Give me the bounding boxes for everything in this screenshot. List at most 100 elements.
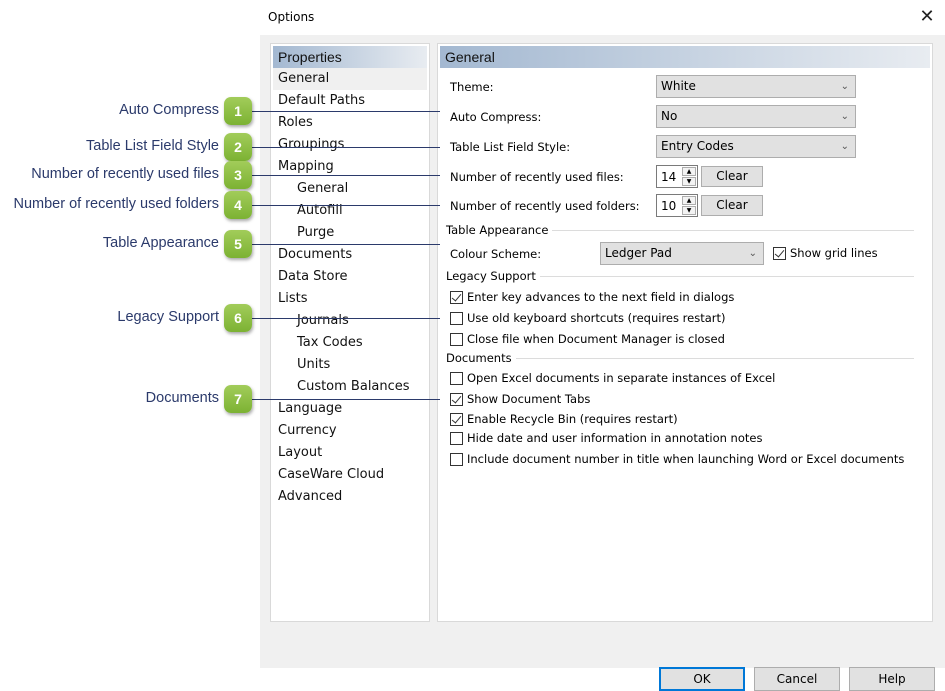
colour-scheme-select[interactable]: Ledger Pad ⌄ — [600, 242, 764, 265]
callout-badge: 2 — [224, 133, 252, 161]
checkbox-unchecked-icon — [450, 312, 463, 325]
spin-down-icon[interactable]: ▼ — [682, 206, 696, 215]
nav-item-lists[interactable]: Lists — [273, 288, 427, 310]
nav-item-layout[interactable]: Layout — [273, 442, 427, 464]
checkbox-checked-icon — [450, 291, 463, 304]
callout-label: Table Appearance — [102, 235, 219, 251]
nav-item-caseware-cloud[interactable]: CaseWare Cloud — [273, 464, 427, 486]
callout-badge: 1 — [224, 97, 252, 125]
callout-line — [252, 399, 440, 400]
spin-down-icon[interactable]: ▼ — [682, 177, 696, 186]
recent-folders-label: Number of recently used folders: — [450, 199, 640, 213]
recent-files-stepper[interactable]: 14 ▲ ▼ — [656, 165, 698, 188]
table-appearance-title: Table Appearance — [446, 223, 553, 237]
nav-item-autofill[interactable]: Autofill — [273, 200, 427, 222]
dialog-body: Properties General Default Paths Roles Grou… — [260, 35, 945, 691]
nav-item-journals[interactable]: Journals — [273, 310, 427, 332]
documents-option-label: Hide date and user information in annota… — [467, 431, 763, 445]
theme-value: White — [661, 79, 696, 93]
spin-up-icon[interactable]: ▲ — [682, 167, 696, 176]
nav-item-units[interactable]: Units — [273, 354, 427, 376]
auto-compress-row: Auto Compress: No ⌄ — [438, 105, 934, 129]
documents-option-label: Show Document Tabs — [467, 392, 591, 406]
nav-item-language[interactable]: Language — [273, 398, 427, 420]
documents-option-label: Include document number in title when la… — [467, 452, 905, 466]
nav-item-default-paths[interactable]: Default Paths — [273, 90, 427, 112]
table-list-field-style-row: Table List Field Style: Entry Codes ⌄ — [438, 135, 934, 159]
callout-line — [252, 205, 440, 206]
options-dialog: Options ✕ Properties General Default Path… — [260, 0, 945, 691]
recent-folders-stepper[interactable]: 10 ▲ ▼ — [656, 194, 698, 217]
callout-line — [252, 244, 440, 245]
legacy-option-label: Close file when Document Manager is clos… — [467, 332, 725, 346]
nav-item-currency[interactable]: Currency — [273, 420, 427, 442]
legacy-support-title: Legacy Support — [446, 269, 540, 283]
table-list-field-style-label: Table List Field Style: — [450, 140, 571, 154]
show-grid-lines-label: Show grid lines — [790, 246, 878, 260]
colour-scheme-label: Colour Scheme: — [450, 247, 542, 261]
callout-label: Documents — [145, 390, 219, 406]
theme-label: Theme: — [450, 80, 494, 94]
title-bar: Options ✕ — [260, 0, 945, 35]
documents-option-label: Open Excel documents in separate instanc… — [467, 371, 776, 385]
chevron-down-icon: ⌄ — [840, 141, 849, 152]
checkbox-unchecked-icon — [450, 333, 463, 346]
callout-label: Auto Compress — [119, 102, 219, 118]
checkbox-unchecked-icon — [450, 432, 463, 445]
nav-item-custom-balances[interactable]: Custom Balances — [273, 376, 427, 398]
clear-folders-button[interactable]: Clear — [701, 195, 763, 216]
general-header: General — [440, 46, 930, 68]
checkbox-checked-icon — [450, 413, 463, 426]
nav-item-roles[interactable]: Roles — [273, 112, 427, 134]
ok-button[interactable]: OK — [659, 667, 745, 691]
callout-label: Table List Field Style — [86, 138, 219, 154]
checkbox-unchecked-icon — [450, 453, 463, 466]
callout-line — [252, 111, 440, 112]
callout-line — [252, 147, 440, 148]
documents-divider — [446, 358, 914, 359]
clear-files-button[interactable]: Clear — [701, 166, 763, 187]
properties-nav: General Default Paths Roles Groupings Mappin… — [273, 68, 427, 508]
callout-label: Number of recently used files — [31, 166, 219, 182]
recent-folders-value: 10 — [661, 199, 677, 213]
close-icon[interactable]: ✕ — [917, 6, 937, 28]
colour-scheme-value: Ledger Pad — [605, 246, 672, 260]
dialog-title: Options — [268, 10, 315, 24]
legacy-option-label: Use old keyboard shortcuts (requires res… — [467, 311, 726, 325]
theme-select[interactable]: White ⌄ — [656, 75, 856, 98]
table-list-field-style-select[interactable]: Entry Codes ⌄ — [656, 135, 856, 158]
nav-item-documents[interactable]: Documents — [273, 244, 427, 266]
nav-item-groupings[interactable]: Groupings — [273, 134, 427, 156]
callout-line — [252, 318, 440, 319]
nav-item-general[interactable]: General — [273, 178, 427, 200]
help-button[interactable]: Help — [849, 667, 935, 691]
recent-files-label: Number of recently used files: — [450, 170, 624, 184]
nav-item-advanced[interactable]: Advanced — [273, 486, 427, 508]
nav-item-general[interactable]: General — [273, 68, 427, 90]
auto-compress-label: Auto Compress: — [450, 110, 542, 124]
callout-badge: 7 — [224, 385, 252, 413]
auto-compress-value: No — [661, 109, 678, 123]
theme-row: Theme: White ⌄ — [438, 75, 934, 99]
callout-badge: 5 — [224, 230, 252, 258]
nav-item-data-store[interactable]: Data Store — [273, 266, 427, 288]
colour-scheme-row: Colour Scheme: Ledger Pad ⌄ Show grid li… — [438, 242, 934, 266]
checkbox-checked-icon — [773, 247, 786, 260]
nav-item-purge[interactable]: Purge — [273, 222, 427, 244]
recent-folders-row: Number of recently used folders: 10 ▲ ▼ … — [438, 194, 934, 218]
recent-files-value: 14 — [661, 170, 677, 184]
checkbox-unchecked-icon — [450, 372, 463, 385]
checkbox-checked-icon — [450, 393, 463, 406]
chevron-down-icon: ⌄ — [748, 248, 757, 259]
cancel-button[interactable]: Cancel — [754, 667, 840, 691]
table-list-field-style-value: Entry Codes — [661, 139, 734, 153]
callout-badge: 4 — [224, 191, 252, 219]
callout-badge: 6 — [224, 304, 252, 332]
properties-panel: Properties General Default Paths Roles Grou… — [270, 43, 430, 622]
auto-compress-select[interactable]: No ⌄ — [656, 105, 856, 128]
legacy-option-label: Enter key advances to the next field in … — [467, 290, 735, 304]
spin-up-icon[interactable]: ▲ — [682, 196, 696, 205]
nav-item-tax-codes[interactable]: Tax Codes — [273, 332, 427, 354]
callout-line — [252, 175, 440, 176]
callout-label: Number of recently used folders — [13, 196, 219, 212]
